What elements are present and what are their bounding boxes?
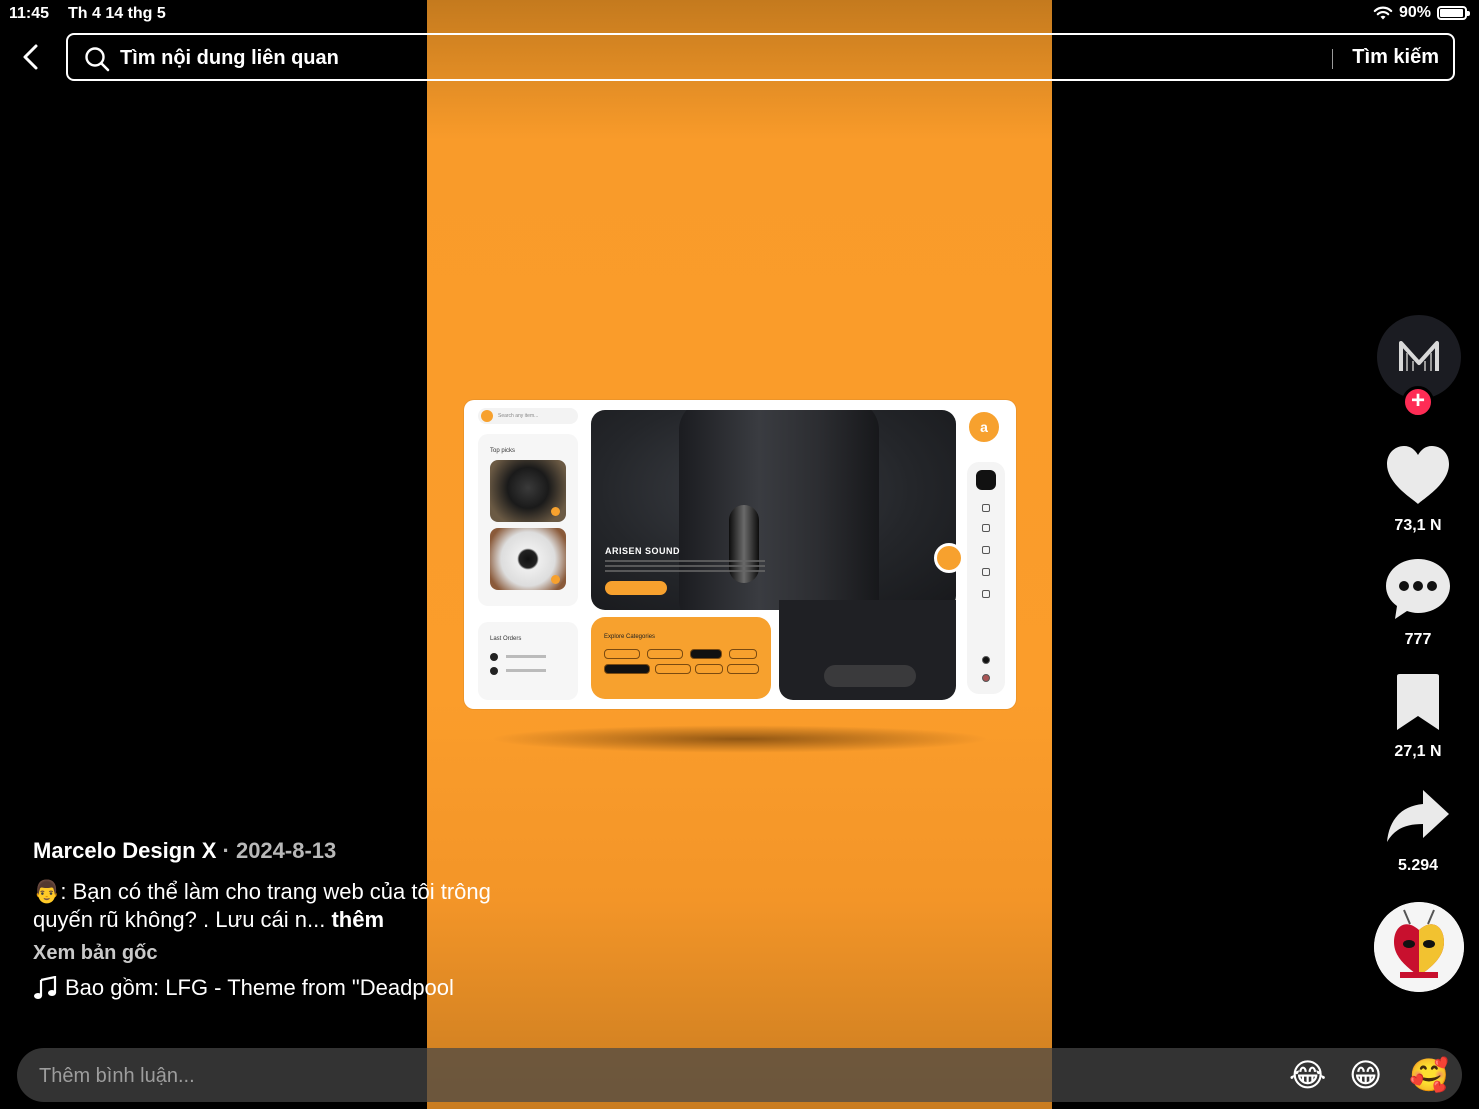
mockup-search: Search any item... <box>478 408 578 424</box>
like-button[interactable]: 73,1 N <box>1380 444 1456 535</box>
creator-logo-icon <box>1399 341 1439 371</box>
chevron-left-icon <box>23 44 38 70</box>
status-date: Th 4 14 thg 5 <box>68 5 166 22</box>
deadpool-album-icon <box>1374 902 1464 992</box>
video-caption: Marcelo Design X · 2024-8-13 👨: Bạn có t… <box>33 838 493 1001</box>
view-original-link[interactable]: Xem bản gốc <box>33 942 493 965</box>
save-count: 27,1 N <box>1394 743 1442 760</box>
status-right: 90% <box>1373 4 1470 22</box>
mockup-sidebar <box>967 462 1005 694</box>
emoji-love-button[interactable]: 🥰 <box>1409 1056 1449 1094</box>
back-button[interactable] <box>18 42 46 72</box>
status-bar: 11:45 Th 4 14 thg 5 90% <box>0 0 1479 28</box>
mockup-hero: ARISEN SOUND <box>591 410 956 610</box>
music-label[interactable]: Bao gồm: LFG - Theme from "Deadpool <box>33 975 493 1001</box>
mockup-categories: Explore Categories <box>591 617 771 699</box>
mockup-top-picks: Top picks <box>478 434 578 606</box>
emoji-grin-button[interactable]: 😁 <box>1349 1056 1382 1094</box>
search-divider <box>1332 49 1333 69</box>
author-line: Marcelo Design X · 2024-8-13 <box>33 838 493 864</box>
music-note-icon <box>34 976 57 999</box>
mockup-shadow <box>490 725 990 753</box>
camera-image <box>490 528 566 590</box>
caption-text: 👨: Bạn có thể làm cho trang web của tôi … <box>33 878 493 934</box>
share-arrow-icon <box>1387 790 1449 842</box>
follow-button[interactable]: + <box>1402 386 1434 418</box>
like-count: 73,1 N <box>1394 517 1442 534</box>
mockup-action-bar <box>824 665 916 687</box>
search-button[interactable]: Tìm kiếm <box>1352 46 1439 69</box>
heart-icon <box>1387 446 1449 504</box>
comment-input[interactable]: Thêm bình luận... <box>39 1065 195 1088</box>
music-disc[interactable] <box>1374 902 1464 992</box>
caption-body: : Bạn có thể làm cho trang web của tôi t… <box>33 879 491 932</box>
mockup-last-orders: Last Orders <box>478 622 578 700</box>
search-input[interactable]: Tìm nội dung liên quan <box>120 47 339 70</box>
post-date: · 2024-8-13 <box>222 838 337 863</box>
video-mockup-card: Search any item... Top picks Last Orders… <box>464 400 1016 709</box>
comment-count: 777 <box>1404 631 1432 648</box>
mockup-logo: a <box>967 410 1001 444</box>
battery-percent: 90% <box>1398 4 1431 21</box>
comment-button[interactable]: 777 <box>1380 556 1456 649</box>
search-icon <box>85 47 110 72</box>
comment-icon <box>1386 559 1450 619</box>
bookmark-icon <box>1397 674 1439 730</box>
mockup-arrow-button <box>934 543 964 573</box>
emoji-laugh-button[interactable]: 😂 <box>1289 1056 1326 1094</box>
music-title: Bao gồm: LFG - Theme from "Deadpool <box>65 975 454 1000</box>
speaker-image <box>490 460 566 522</box>
wifi-icon <box>1373 6 1393 20</box>
share-button[interactable]: 5.294 <box>1380 786 1456 875</box>
share-count: 5.294 <box>1397 857 1439 874</box>
save-button[interactable]: 27,1 N <box>1380 672 1456 761</box>
caption-more-link[interactable]: thêm <box>331 907 384 932</box>
status-time: 11:45 <box>9 5 50 22</box>
comment-input-bar[interactable]: Thêm bình luận... 😂 😁 🥰 <box>17 1048 1462 1102</box>
author-name[interactable]: Marcelo Design X <box>33 838 216 863</box>
search-bar[interactable]: Tìm nội dung liên quan Tìm kiếm <box>66 33 1455 81</box>
battery-icon <box>1437 6 1470 20</box>
caption-emoji: 👨 <box>33 879 61 904</box>
